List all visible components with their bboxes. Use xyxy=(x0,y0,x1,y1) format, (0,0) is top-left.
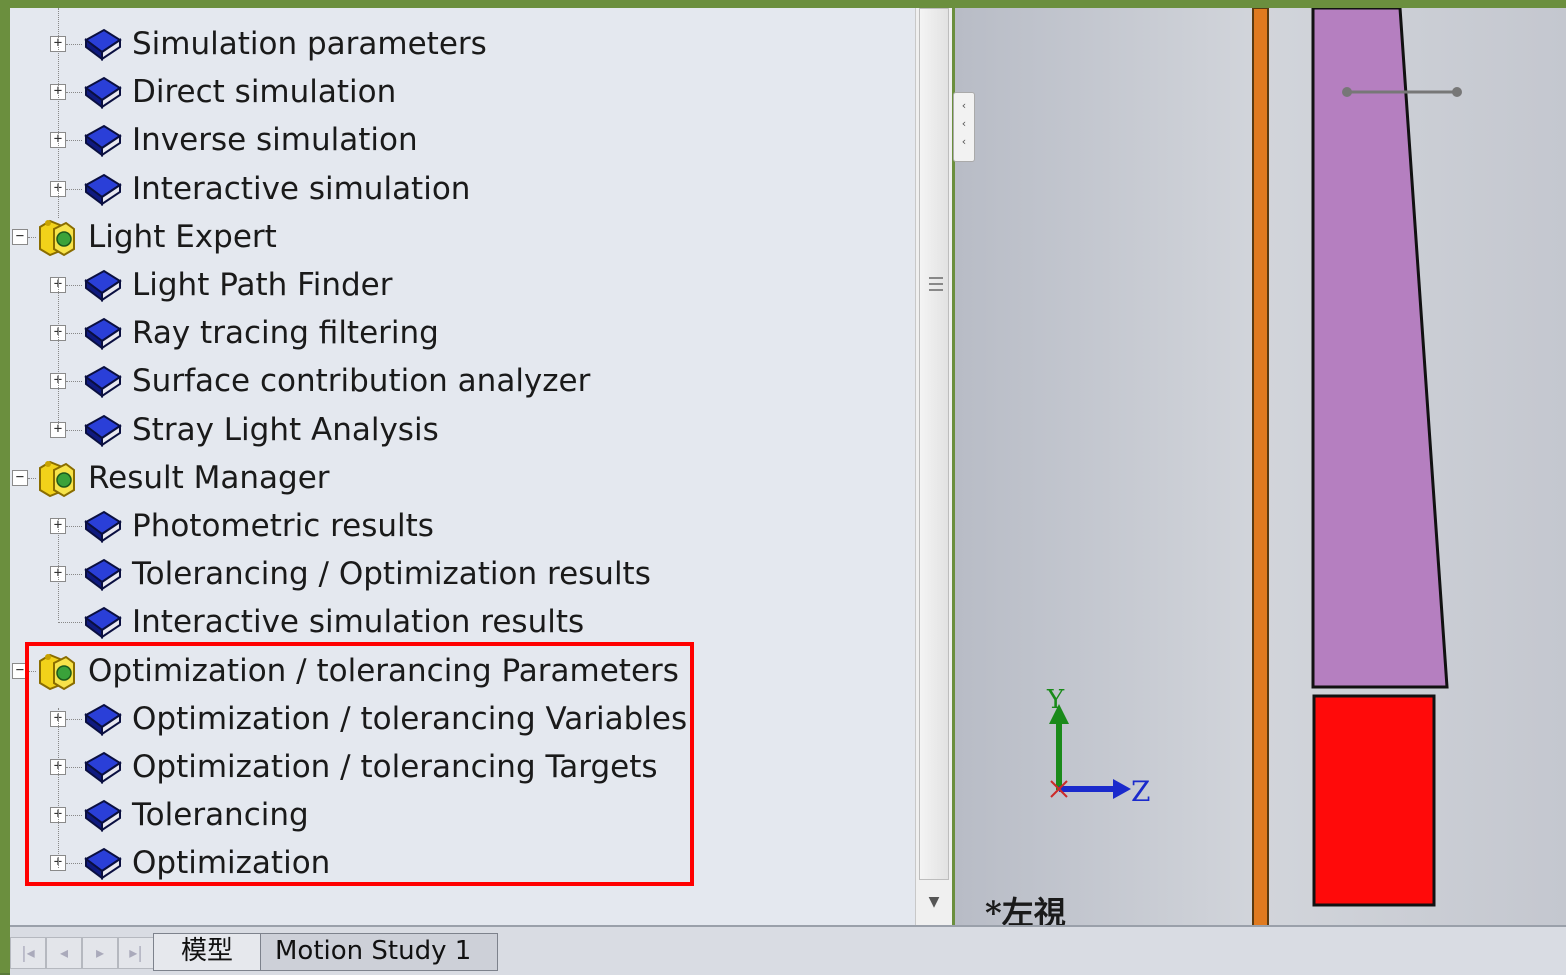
tree-connector xyxy=(58,622,82,624)
tree-item-label: Result Manager xyxy=(88,459,330,496)
collapse-toggle-icon[interactable]: − xyxy=(12,228,28,245)
tree-item[interactable]: Optimization / tolerancing Variables xyxy=(82,695,687,743)
tree-item-label: Inverse simulation xyxy=(132,122,418,159)
tree-item-label: Surface contribution analyzer xyxy=(132,363,591,400)
axis-y-label: Y xyxy=(1046,685,1065,715)
book-icon xyxy=(82,604,122,640)
tree-guide-line xyxy=(58,518,59,620)
first-tab-icon[interactable]: |◂ xyxy=(10,937,46,969)
red-part xyxy=(1312,694,1436,907)
axis-z-label: Z xyxy=(1131,775,1150,808)
tree-connector xyxy=(66,815,82,817)
tree-item[interactable]: Optimization / tolerancing Targets xyxy=(82,743,658,791)
tree-item-label: Photometric results xyxy=(132,508,434,544)
tree-item-label: Stray Light Analysis xyxy=(132,411,439,448)
tree-item-label: Ray tracing filtering xyxy=(132,315,439,352)
tree-guide-line xyxy=(58,708,59,868)
book-icon xyxy=(82,508,122,544)
feature-tree-panel: Simulation parameters + Direct simulation +… xyxy=(10,8,915,925)
tree-connector xyxy=(66,92,82,94)
tree-item[interactable]: Interactive simulation results xyxy=(82,598,584,646)
tree-folder-node[interactable]: Optimization / tolerancing Parameters xyxy=(36,647,679,695)
tree-item-label: Optimization / tolerancing Variables xyxy=(132,700,688,737)
purple-part xyxy=(1311,8,1449,689)
tree-connector xyxy=(66,526,82,527)
tree-connector xyxy=(28,670,36,672)
tree-connector xyxy=(66,718,82,720)
tree-folder-node[interactable]: Light Expert xyxy=(36,213,277,261)
tree-item[interactable]: Surface contribution analyzer xyxy=(82,357,590,405)
tree-connector xyxy=(66,381,82,383)
tree-connector xyxy=(28,236,36,238)
graphics-viewport[interactable]: Y Z xyxy=(955,8,1566,933)
tree-item-label: Tolerancing / Optimization results xyxy=(132,556,651,593)
tab-motion-study-1[interactable]: Motion Study 1 xyxy=(260,933,498,971)
tree-item-label: Tolerancing xyxy=(132,797,309,834)
scrollbar-thumb[interactable] xyxy=(919,8,949,880)
tree-connector xyxy=(66,44,82,45)
collapse-toggle-icon[interactable]: − xyxy=(12,662,28,679)
collapse-toggle-icon[interactable]: − xyxy=(12,469,28,486)
tree-item[interactable]: Simulation parameters xyxy=(82,20,487,68)
tree-item-label: Light Path Finder xyxy=(132,267,393,303)
scroll-down-arrow-icon[interactable]: ▼ xyxy=(919,883,949,921)
book-icon xyxy=(82,845,122,881)
tree-connector xyxy=(66,333,82,335)
tab-model[interactable]: 模型 xyxy=(153,933,261,971)
book-icon xyxy=(82,171,122,207)
book-icon xyxy=(82,267,122,303)
book-icon xyxy=(82,749,122,785)
tree-connector xyxy=(66,767,82,768)
book-icon xyxy=(82,122,122,158)
book-icon xyxy=(82,797,122,833)
tree-item[interactable]: Direct simulation xyxy=(82,68,396,116)
last-tab-icon[interactable]: ▸| xyxy=(118,937,154,969)
book-icon xyxy=(82,74,122,110)
panel-collapse-handle[interactable]: ‹ ‹ ‹ xyxy=(953,92,975,162)
tree-connector xyxy=(66,429,82,431)
tree-connector xyxy=(28,477,36,479)
tree-scrollbar[interactable]: ▼ xyxy=(915,8,952,925)
book-icon xyxy=(82,26,122,62)
tree-connector xyxy=(66,285,82,286)
tree-item-label: Simulation parameters xyxy=(132,26,487,62)
tree-item[interactable]: Stray Light Analysis xyxy=(82,406,439,454)
tree-item-label: Optimization / tolerancing Parameters xyxy=(88,652,679,689)
tree-item[interactable]: Ray tracing filtering xyxy=(82,309,439,357)
tree-item-label: Optimization xyxy=(132,845,331,882)
tree-item-label: Optimization / tolerancing Targets xyxy=(132,749,658,785)
tree-connector xyxy=(66,863,82,865)
tree-item[interactable]: Light Path Finder xyxy=(82,261,393,309)
tree-connector xyxy=(66,140,82,142)
tree-item-label: Light Expert xyxy=(88,218,277,255)
bottom-tab-bar: |◂ ◂ ▸ ▸| 模型 Motion Study 1 xyxy=(10,925,1566,975)
scrollbar-grip-icon xyxy=(929,277,943,291)
light-box-folder-icon xyxy=(36,458,78,498)
tree-guide-line xyxy=(58,278,59,428)
tree-connector xyxy=(66,188,82,190)
tree-guide-line xyxy=(58,8,59,218)
tree-item-label: Interactive simulation xyxy=(132,170,471,207)
book-icon xyxy=(82,412,122,448)
light-box-folder-icon xyxy=(36,217,78,257)
light-box-folder-icon xyxy=(36,651,78,691)
book-icon xyxy=(82,556,122,592)
tree-item[interactable]: Photometric results xyxy=(82,502,434,550)
tree-connector xyxy=(66,574,82,576)
book-icon xyxy=(82,363,122,399)
tree-item[interactable]: Inverse simulation xyxy=(82,116,418,164)
tree-item[interactable]: Tolerancing xyxy=(82,791,309,839)
tree-folder-node[interactable]: Result Manager xyxy=(36,454,330,502)
prev-tab-icon[interactable]: ◂ xyxy=(46,937,82,969)
book-icon xyxy=(82,701,122,737)
orange-plate xyxy=(1252,8,1269,933)
next-tab-icon[interactable]: ▸ xyxy=(82,937,118,969)
tree-item[interactable]: Interactive simulation xyxy=(82,165,470,213)
tree-item[interactable]: Tolerancing / Optimization results xyxy=(82,550,651,598)
tree-item-label: Direct simulation xyxy=(132,74,397,111)
tree-item[interactable]: Optimization xyxy=(82,839,330,887)
tree-item-label: Interactive simulation results xyxy=(132,604,585,641)
book-icon xyxy=(82,315,122,351)
axis-triad xyxy=(1049,704,1131,799)
